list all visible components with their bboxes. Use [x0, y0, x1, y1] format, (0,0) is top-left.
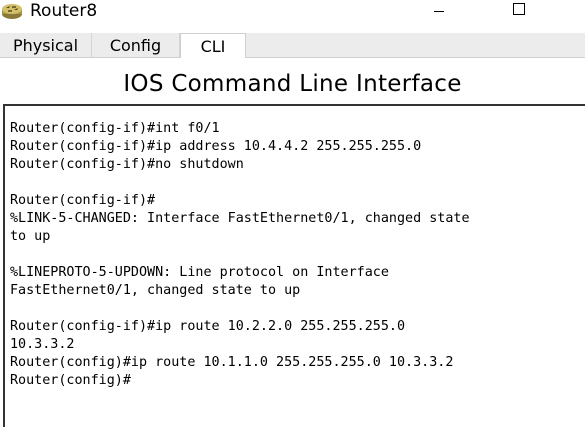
minimize-button[interactable]: [418, 0, 464, 22]
cli-heading: IOS Command Line Interface: [123, 71, 462, 97]
cli-line: %LINK-5-CHANGED: Interface FastEthernet0…: [10, 211, 470, 226]
cli-output: Router(config-if)#int f0/1 Router(config…: [10, 120, 470, 390]
cli-line: 10.3.3.2: [10, 337, 75, 352]
cli-line: Router(config-if)#ip route 10.2.2.0 255.…: [10, 319, 406, 334]
cli-line: Router(config)#ip route 10.1.1.0 255.255…: [10, 355, 454, 370]
cli-line: Router(config-if)#ip address 10.4.4.2 25…: [10, 139, 422, 154]
tab-cli[interactable]: CLI: [180, 33, 246, 58]
cli-line: Router(config-if)#int f0/1: [10, 121, 220, 136]
tab-bar: Physical Config CLI: [0, 33, 585, 58]
maximize-button[interactable]: [497, 0, 543, 22]
router-icon: [0, 0, 26, 22]
window-title: Router8: [30, 1, 98, 21]
tab-config[interactable]: Config: [92, 33, 180, 57]
cli-line: Router(config-if)#: [10, 193, 156, 208]
cli-line: FastEthernet0/1, changed state to up: [10, 283, 301, 298]
cli-line: Router(config)#: [10, 373, 131, 388]
cli-line: to up: [10, 229, 51, 244]
title-bar: Router8: [0, 0, 585, 30]
cli-console[interactable]: Router(config-if)#int f0/1 Router(config…: [3, 104, 585, 427]
tab-physical[interactable]: Physical: [0, 33, 92, 57]
cli-line: %LINEPROTO-5-UPDOWN: Line protocol on In…: [10, 265, 389, 280]
cli-line: Router(config-if)#no shutdown: [10, 157, 244, 172]
